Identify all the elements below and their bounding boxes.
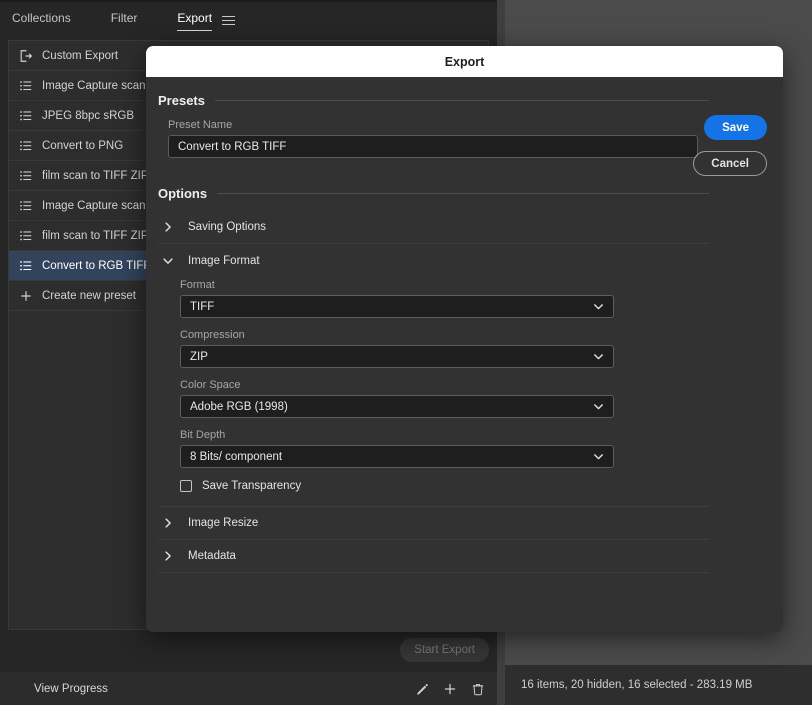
view-progress-link[interactable]: View Progress	[34, 683, 108, 695]
section-divider	[214, 100, 709, 101]
list-icon	[20, 170, 32, 180]
dialog-action-buttons: Save Cancel	[693, 115, 767, 176]
hamburger-icon[interactable]	[222, 15, 236, 25]
chevron-right-icon	[165, 518, 171, 528]
tab-export[interactable]: Export	[177, 11, 212, 31]
plus-icon[interactable]	[443, 682, 457, 696]
presets-section-header: Presets	[158, 77, 709, 108]
chevron-right-icon	[165, 551, 171, 561]
preset-name-label: Preset Name	[168, 119, 233, 131]
accordion-label: Image Resize	[188, 517, 259, 529]
start-export-area: Start Export	[0, 630, 497, 672]
chevron-down-icon	[594, 454, 603, 460]
list-icon	[20, 110, 32, 120]
chevron-down-icon	[163, 257, 173, 264]
accordion-label: Image Format	[188, 254, 260, 267]
export-arrow-icon	[20, 49, 33, 62]
format-select[interactable]: TIFF	[180, 295, 614, 318]
compression-label: Compression	[180, 329, 245, 341]
list-item-label: Image Capture scan to	[42, 79, 159, 92]
dialog-titlebar: Export	[146, 46, 783, 77]
compression-value: ZIP	[190, 350, 208, 363]
export-dialog: Export Save Cancel Presets Preset Name C…	[146, 46, 783, 632]
tab-collections[interactable]: Collections	[12, 11, 71, 29]
list-item-label: Image Capture scan to	[42, 199, 159, 212]
list-icon	[20, 230, 32, 240]
list-icon	[20, 200, 32, 210]
bottom-icon-group	[415, 682, 485, 696]
color-space-label: Color Space	[180, 379, 241, 391]
tab-filter[interactable]: Filter	[111, 11, 138, 29]
compression-select[interactable]: ZIP	[180, 345, 614, 368]
options-section-header: Options	[158, 158, 709, 201]
preset-name-input[interactable]: Convert to RGB TIFF	[168, 135, 698, 158]
dialog-body: Save Cancel Presets Preset Name Convert …	[146, 77, 783, 632]
chevron-right-icon	[165, 222, 171, 232]
bit-depth-label: Bit Depth	[180, 429, 226, 441]
format-label: Format	[180, 279, 215, 291]
format-value: TIFF	[190, 300, 215, 313]
section-divider	[217, 193, 709, 194]
presets-section-title: Presets	[158, 93, 205, 108]
image-format-content: Format TIFF Compression ZIP Color Space	[158, 279, 709, 507]
status-text: 16 items, 20 hidden, 16 selected - 283.1…	[521, 679, 753, 691]
chevron-down-icon	[594, 404, 603, 410]
list-item-label: film scan to TIFF ZIP gr	[42, 229, 162, 242]
list-icon	[20, 80, 32, 90]
save-button[interactable]: Save	[704, 115, 767, 140]
list-item-label: Create new preset	[42, 289, 136, 302]
list-item-label: Custom Export	[42, 49, 119, 62]
start-export-button[interactable]: Start Export	[400, 638, 489, 662]
list-item-label: Convert to RGB TIFF	[42, 259, 151, 272]
color-space-value: Adobe RGB (1998)	[190, 400, 288, 413]
cancel-button[interactable]: Cancel	[693, 151, 767, 176]
options-section-title: Options	[158, 186, 208, 201]
panel-bottom-bar: View Progress	[0, 672, 497, 705]
accordion-image-resize[interactable]: Image Resize	[158, 507, 709, 540]
save-transparency-label: Save Transparency	[202, 480, 302, 492]
accordion-saving-options[interactable]: Saving Options	[158, 211, 709, 244]
accordion-image-format[interactable]: Image Format	[158, 244, 709, 277]
accordion-label: Saving Options	[188, 221, 266, 233]
bit-depth-select[interactable]: 8 Bits/ component	[180, 445, 614, 468]
preset-name-value: Convert to RGB TIFF	[178, 140, 287, 153]
accordion-label: Metadata	[188, 550, 236, 562]
save-transparency-row[interactable]: Save Transparency	[180, 480, 709, 492]
chevron-down-icon	[594, 304, 603, 310]
chevron-down-icon	[594, 354, 603, 360]
accordion-metadata[interactable]: Metadata	[158, 540, 709, 573]
status-bar: 16 items, 20 hidden, 16 selected - 283.1…	[505, 665, 812, 705]
app-root: Collections Filter Export Custom Export	[0, 0, 812, 705]
list-item-label: JPEG 8bpc sRGB	[42, 109, 135, 122]
bit-depth-value: 8 Bits/ component	[190, 450, 283, 463]
panel-tabbar: Collections Filter Export	[0, 0, 497, 38]
save-transparency-checkbox[interactable]	[180, 480, 192, 492]
plus-icon	[21, 290, 31, 301]
list-item-label: Convert to PNG	[42, 139, 124, 152]
dialog-title: Export	[444, 54, 485, 69]
list-icon	[20, 260, 32, 270]
list-icon	[20, 140, 32, 150]
trash-icon[interactable]	[471, 682, 485, 696]
pencil-icon[interactable]	[415, 682, 429, 696]
color-space-select[interactable]: Adobe RGB (1998)	[180, 395, 614, 418]
